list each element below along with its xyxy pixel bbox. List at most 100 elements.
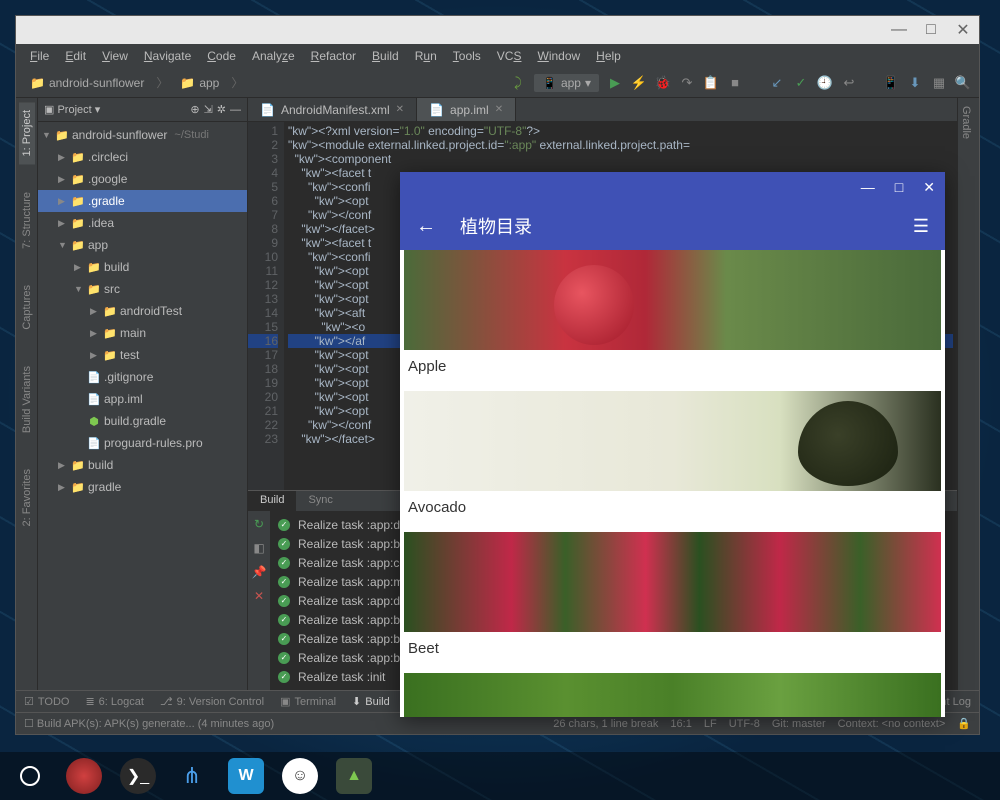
profile-icon[interactable]: ↷ bbox=[679, 75, 695, 91]
tree-item[interactable]: ▶📁.google bbox=[38, 168, 247, 190]
maximize-button[interactable]: □ bbox=[919, 20, 943, 40]
build-tab-build[interactable]: Build bbox=[248, 491, 296, 511]
plant-list-item[interactable]: Apple bbox=[404, 250, 941, 379]
editor-tab[interactable]: 📄app.iml✕ bbox=[417, 98, 516, 121]
tree-root[interactable]: ▼📁android-sunflower~/Studi bbox=[38, 124, 247, 146]
close-tab-icon[interactable]: ✕ bbox=[495, 104, 503, 115]
apply-changes-icon[interactable]: ⚡ bbox=[631, 75, 647, 91]
minimize-button[interactable]: — bbox=[887, 20, 911, 40]
menu-navigate[interactable]: Navigate bbox=[138, 47, 197, 65]
android-studio-icon[interactable]: ▲ bbox=[336, 758, 372, 794]
tree-item[interactable]: ▶📁.gradle bbox=[38, 190, 247, 212]
menu-view[interactable]: View bbox=[96, 47, 134, 65]
tool-window-captures[interactable]: Captures bbox=[19, 277, 35, 338]
filter-icon[interactable]: ☰ bbox=[913, 216, 929, 237]
menu-help[interactable]: Help bbox=[590, 47, 627, 65]
tree-item[interactable]: ▼📁app bbox=[38, 234, 247, 256]
emulator-close-button[interactable]: ✕ bbox=[923, 179, 935, 196]
menu-code[interactable]: Code bbox=[201, 47, 242, 65]
menu-window[interactable]: Window bbox=[531, 47, 586, 65]
build-tab-sync[interactable]: Sync bbox=[296, 491, 344, 511]
collapse-all-icon[interactable]: ⇲ bbox=[204, 103, 213, 116]
tree-item[interactable]: ▼📁src bbox=[38, 278, 247, 300]
toggle-view-icon[interactable]: ◧ bbox=[253, 541, 264, 555]
scroll-from-source-icon[interactable]: ⊕ bbox=[190, 103, 199, 116]
close-tab-icon[interactable]: ✕ bbox=[396, 104, 404, 115]
status-context[interactable]: Context: <no context> bbox=[838, 718, 946, 730]
tree-item[interactable]: ▶📁.circleci bbox=[38, 146, 247, 168]
menu-refactor[interactable]: Refactor bbox=[305, 47, 362, 65]
tree-item[interactable]: ⬢build.gradle bbox=[38, 410, 247, 432]
tree-item[interactable]: ▶📁main bbox=[38, 322, 247, 344]
tool-window-logcat[interactable]: ≣ 6: Logcat bbox=[85, 695, 143, 708]
vcs-revert-icon[interactable]: ↩ bbox=[841, 75, 857, 91]
close-button[interactable]: ✕ bbox=[951, 20, 975, 40]
panel-settings-icon[interactable]: ✲ bbox=[217, 103, 226, 116]
status-line-separator[interactable]: LF bbox=[704, 718, 717, 730]
emulator-minimize-button[interactable]: — bbox=[861, 179, 875, 195]
taskbar-app-icon[interactable]: ☺ bbox=[282, 758, 318, 794]
plant-list-item[interactable] bbox=[404, 673, 941, 717]
tree-item[interactable]: 📄proguard-rules.pro bbox=[38, 432, 247, 454]
status-encoding[interactable]: UTF-8 bbox=[729, 718, 760, 730]
vcs-update-icon[interactable]: ↙ bbox=[769, 75, 785, 91]
menu-build[interactable]: Build bbox=[366, 47, 405, 65]
tool-window-gradle[interactable]: Gradle bbox=[958, 98, 974, 147]
tool-window-favorites[interactable]: 2: Favorites bbox=[19, 461, 35, 534]
status-position[interactable]: 16:1 bbox=[670, 718, 691, 730]
layout-inspector-icon[interactable]: ▦ bbox=[931, 75, 947, 91]
tree-item[interactable]: ▶📁build bbox=[38, 256, 247, 278]
menu-analyze[interactable]: Analyze bbox=[246, 47, 301, 65]
avd-manager-icon[interactable]: 📱 bbox=[883, 75, 899, 91]
tool-window-structure[interactable]: 7: Structure bbox=[19, 184, 35, 257]
plant-list-item[interactable]: Beet bbox=[404, 532, 941, 661]
vcs-history-icon[interactable]: 🕘 bbox=[817, 75, 833, 91]
rerun-icon[interactable]: ↻ bbox=[254, 517, 264, 531]
breadcrumb-module[interactable]: 📁 app bbox=[174, 74, 225, 92]
vscode-icon[interactable]: ⋔ bbox=[174, 758, 210, 794]
menu-tools[interactable]: Tools bbox=[447, 47, 487, 65]
tree-item[interactable]: ▶📁.idea bbox=[38, 212, 247, 234]
launcher-icon[interactable] bbox=[12, 758, 48, 794]
tree-item[interactable]: ▶📁test bbox=[38, 344, 247, 366]
emulator-maximize-button[interactable]: □ bbox=[895, 179, 903, 195]
menu-file[interactable]: File bbox=[24, 47, 55, 65]
clear-icon[interactable]: ✕ bbox=[254, 589, 264, 603]
tree-item[interactable]: 📄.gitignore bbox=[38, 366, 247, 388]
tool-window-project[interactable]: 1: Project bbox=[19, 102, 35, 164]
stop-button[interactable]: ■ bbox=[727, 75, 743, 91]
tool-window-build-variants[interactable]: Build Variants bbox=[19, 358, 35, 441]
make-project-icon[interactable]: ⤸ bbox=[510, 75, 526, 91]
tool-window-terminal[interactable]: ▣ Terminal bbox=[280, 695, 336, 708]
breadcrumb-root[interactable]: 📁 android-sunflower bbox=[24, 74, 150, 92]
lock-icon[interactable]: 🔒 bbox=[957, 717, 971, 730]
status-git-branch[interactable]: Git: master bbox=[772, 718, 826, 730]
run-button[interactable]: ▶ bbox=[607, 75, 623, 91]
menu-edit[interactable]: Edit bbox=[59, 47, 92, 65]
editor-tab[interactable]: 📄AndroidManifest.xml✕ bbox=[248, 98, 417, 121]
tree-item[interactable]: ▶📁androidTest bbox=[38, 300, 247, 322]
tool-window-build[interactable]: ⬇ Build bbox=[352, 695, 390, 708]
search-everywhere-icon[interactable]: 🔍 bbox=[955, 75, 971, 91]
back-icon[interactable]: ← bbox=[416, 215, 436, 238]
tool-window-todo[interactable]: ☑ TODO bbox=[24, 695, 69, 708]
sdk-manager-icon[interactable]: ⬇ bbox=[907, 75, 923, 91]
terminal-icon[interactable]: ❯_ bbox=[120, 758, 156, 794]
project-view-selector[interactable]: ▣ Project ▾ bbox=[44, 103, 100, 116]
wps-icon[interactable]: W bbox=[228, 758, 264, 794]
vcs-commit-icon[interactable]: ✓ bbox=[793, 75, 809, 91]
run-configuration-selector[interactable]: 📱 app ▾ bbox=[534, 74, 599, 92]
debug-button[interactable]: 🐞 bbox=[655, 75, 671, 91]
tree-item[interactable]: ▶📁build bbox=[38, 454, 247, 476]
plant-list-item[interactable]: Avocado bbox=[404, 391, 941, 520]
plant-list[interactable]: Apple Avocado Beet bbox=[400, 250, 945, 717]
tree-item[interactable]: 📄app.iml bbox=[38, 388, 247, 410]
menu-run[interactable]: Run bbox=[409, 47, 443, 65]
menu-vcs[interactable]: VCS bbox=[491, 47, 528, 65]
pin-icon[interactable]: 📌 bbox=[252, 565, 267, 579]
tool-window-vcs[interactable]: ⎇ 9: Version Control bbox=[160, 695, 264, 708]
project-tree[interactable]: ▼📁android-sunflower~/Studi▶📁.circleci▶📁.… bbox=[38, 122, 247, 690]
hide-panel-icon[interactable]: — bbox=[230, 104, 241, 116]
tree-item[interactable]: ▶📁gradle bbox=[38, 476, 247, 498]
attach-debugger-icon[interactable]: 📋 bbox=[703, 75, 719, 91]
